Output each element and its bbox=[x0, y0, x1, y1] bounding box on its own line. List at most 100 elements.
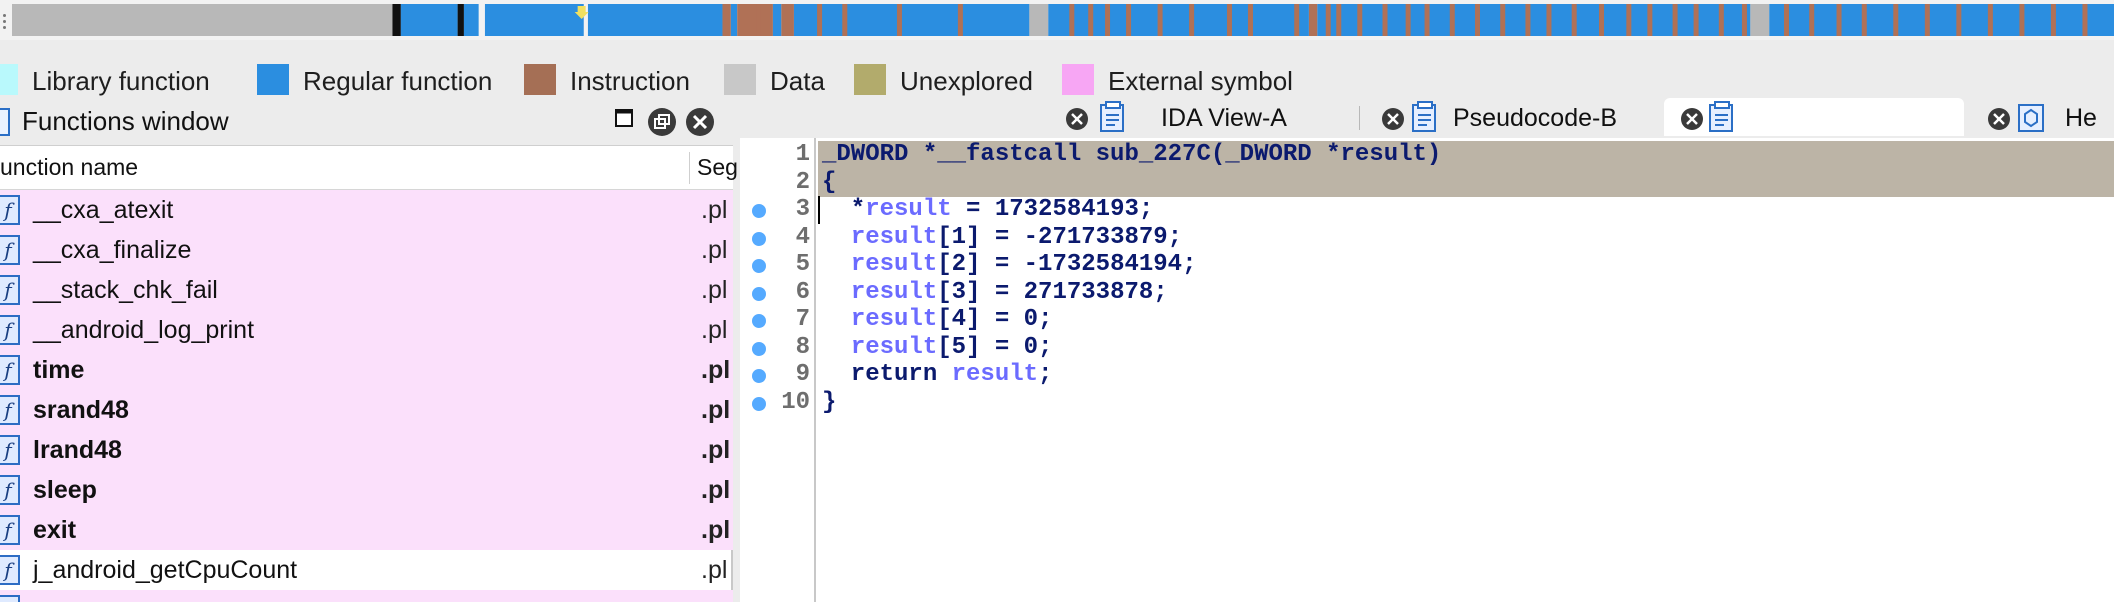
functions-window-titlebar[interactable]: Functions window bbox=[0, 98, 733, 146]
restore-icon[interactable] bbox=[646, 106, 678, 138]
nav-segment-instruction[interactable] bbox=[1088, 4, 1094, 36]
column-header-segment[interactable]: Seg bbox=[697, 154, 738, 181]
nav-segment-regular[interactable] bbox=[587, 4, 723, 36]
navigation-band-strip[interactable] bbox=[12, 4, 2114, 36]
nav-segment-instruction[interactable] bbox=[1718, 4, 1724, 36]
nav-segment-regular[interactable] bbox=[1317, 4, 1751, 36]
nav-segment-instruction[interactable] bbox=[1571, 4, 1577, 36]
tab-ida-view-a[interactable]: IDA View-A bbox=[1065, 98, 1385, 136]
breakpoint-dot-icon[interactable] bbox=[752, 341, 766, 356]
close-tab-icon[interactable] bbox=[1381, 107, 1405, 131]
code-line[interactable]: } bbox=[818, 389, 2114, 417]
nav-segment-instruction[interactable] bbox=[896, 4, 902, 36]
breakpoint-dot-icon[interactable] bbox=[752, 314, 766, 328]
close-tab-icon[interactable] bbox=[1680, 107, 1704, 131]
nav-segment-instruction[interactable] bbox=[1783, 4, 1789, 36]
nav-segment-instruction[interactable] bbox=[781, 4, 794, 36]
function-row[interactable]: f time .pl bbox=[0, 350, 733, 390]
close-tab-icon[interactable] bbox=[1065, 107, 1089, 131]
nav-segment-regular[interactable] bbox=[463, 4, 479, 36]
code-line[interactable]: return result; bbox=[818, 361, 2114, 389]
column-divider[interactable] bbox=[689, 152, 690, 184]
function-row[interactable]: f bbox=[0, 590, 733, 602]
nav-segment-instruction[interactable] bbox=[1294, 4, 1300, 36]
nav-segment-instruction[interactable] bbox=[1226, 4, 1232, 36]
column-header-function-name[interactable]: unction name bbox=[0, 154, 138, 181]
breakpoint-dot-icon[interactable] bbox=[752, 204, 766, 218]
nav-segment-instruction[interactable] bbox=[842, 4, 848, 36]
nav-segment-instruction[interactable] bbox=[1987, 4, 1993, 36]
nav-segment-instruction[interactable] bbox=[2050, 4, 2056, 36]
nav-segment-instruction[interactable] bbox=[1956, 4, 1962, 36]
nav-segment-instruction[interactable] bbox=[1861, 4, 1867, 36]
nav-segment-instruction[interactable] bbox=[1382, 4, 1388, 36]
breakpoint-dot-icon[interactable] bbox=[752, 231, 766, 246]
nav-segment-boundary[interactable] bbox=[392, 4, 401, 36]
pseudocode-view[interactable]: 1 2 3 4 5 6 7 8 9 10 _DWORD *__fastcall sub_227C(… bbox=[740, 120, 2114, 602]
nav-segment-data[interactable] bbox=[1750, 4, 1770, 36]
function-row[interactable]: f __cxa_atexit .pl bbox=[0, 190, 733, 230]
nav-segment-regular[interactable] bbox=[730, 4, 738, 36]
nav-segment-instruction[interactable] bbox=[1626, 4, 1632, 36]
nav-segment-instruction[interactable] bbox=[1525, 4, 1531, 36]
tab-pseudocode-b[interactable]: Pseudocode-B bbox=[1381, 98, 1701, 136]
nav-segment-instruction[interactable] bbox=[1893, 4, 1899, 36]
nav-segment-data[interactable] bbox=[1029, 4, 1049, 36]
nav-segment-instruction[interactable] bbox=[1126, 4, 1132, 36]
breakpoint-dot-icon[interactable] bbox=[752, 369, 766, 383]
functions-list[interactable]: f __cxa_atexit .pl f __cxa_finalize .pl … bbox=[0, 190, 733, 602]
nav-segment-instruction[interactable] bbox=[1325, 4, 1331, 36]
nav-segment-instruction[interactable] bbox=[1308, 4, 1318, 36]
nav-segment-regular[interactable] bbox=[1769, 4, 2114, 36]
nav-segment-instruction[interactable] bbox=[1474, 4, 1480, 36]
tab-active[interactable] bbox=[1664, 98, 1964, 136]
nav-segment-instruction[interactable] bbox=[1424, 4, 1430, 36]
code-line[interactable]: *result = 1732584193; bbox=[818, 196, 2114, 224]
nav-segment-instruction[interactable] bbox=[1105, 4, 1111, 36]
function-row[interactable]: f j_android_getCpuCount .pl bbox=[0, 550, 733, 590]
close-icon[interactable] bbox=[684, 106, 716, 138]
code-area[interactable]: _DWORD *__fastcall sub_227C(_DWORD *resu… bbox=[818, 121, 2114, 602]
nav-segment-regular[interactable] bbox=[484, 4, 584, 36]
nav-segment-regular[interactable] bbox=[400, 4, 458, 36]
nav-segment-instruction[interactable] bbox=[1189, 4, 1195, 36]
nav-segment-instruction[interactable] bbox=[1357, 4, 1363, 36]
function-row[interactable]: f __android_log_print .pl bbox=[0, 310, 733, 350]
function-row[interactable]: f __stack_chk_fail .pl bbox=[0, 270, 733, 310]
breakpoint-dot-icon[interactable] bbox=[752, 396, 766, 411]
nav-segment-instruction[interactable] bbox=[1157, 4, 1163, 36]
breakpoint-dot-icon[interactable] bbox=[752, 286, 766, 301]
nav-segment-instruction[interactable] bbox=[1449, 4, 1455, 36]
nav-segment-instruction[interactable] bbox=[1809, 4, 1815, 36]
navigation-band-grip[interactable] bbox=[0, 12, 8, 30]
nav-segment-instruction[interactable] bbox=[1672, 4, 1678, 36]
code-line[interactable]: { bbox=[818, 168, 2114, 197]
code-line[interactable]: result[3] = 271733878; bbox=[818, 279, 2114, 307]
nav-segment-regular[interactable] bbox=[793, 4, 1030, 36]
nav-segment-instruction[interactable] bbox=[722, 4, 731, 36]
nav-segment-instruction[interactable] bbox=[1405, 4, 1411, 36]
nav-segment-instruction[interactable] bbox=[1836, 4, 1842, 36]
nav-segment-instruction[interactable] bbox=[2019, 4, 2025, 36]
code-line[interactable]: _DWORD *__fastcall sub_227C(_DWORD *resu… bbox=[818, 141, 2114, 169]
nav-segment-instruction[interactable] bbox=[1693, 4, 1699, 36]
nav-segment-instruction[interactable] bbox=[1741, 4, 1747, 36]
nav-segment-instruction[interactable] bbox=[957, 4, 963, 36]
nav-segment-instruction[interactable] bbox=[1500, 4, 1506, 36]
nav-segment-boundary[interactable] bbox=[457, 4, 464, 36]
nav-segment-instruction[interactable] bbox=[760, 4, 766, 36]
tab-hex-view[interactable]: He bbox=[1987, 98, 2114, 136]
nav-segment-instruction[interactable] bbox=[1336, 4, 1342, 36]
function-row[interactable]: f __cxa_finalize .pl bbox=[0, 230, 733, 270]
nav-segment-instruction[interactable] bbox=[751, 4, 757, 36]
function-row[interactable]: f lrand48 .pl bbox=[0, 430, 733, 470]
nav-segment-instruction[interactable] bbox=[1247, 4, 1253, 36]
nav-segment-instruction[interactable] bbox=[817, 4, 823, 36]
navigation-band[interactable] bbox=[0, 0, 2114, 40]
nav-segment-data[interactable] bbox=[12, 4, 393, 36]
function-row[interactable]: f sleep .pl bbox=[0, 470, 733, 510]
nav-segment-instruction[interactable] bbox=[1069, 4, 1075, 36]
breakpoint-dot-icon[interactable] bbox=[752, 259, 766, 273]
close-tab-icon[interactable] bbox=[1987, 107, 2011, 131]
nav-segment-regular[interactable] bbox=[1048, 4, 1309, 36]
